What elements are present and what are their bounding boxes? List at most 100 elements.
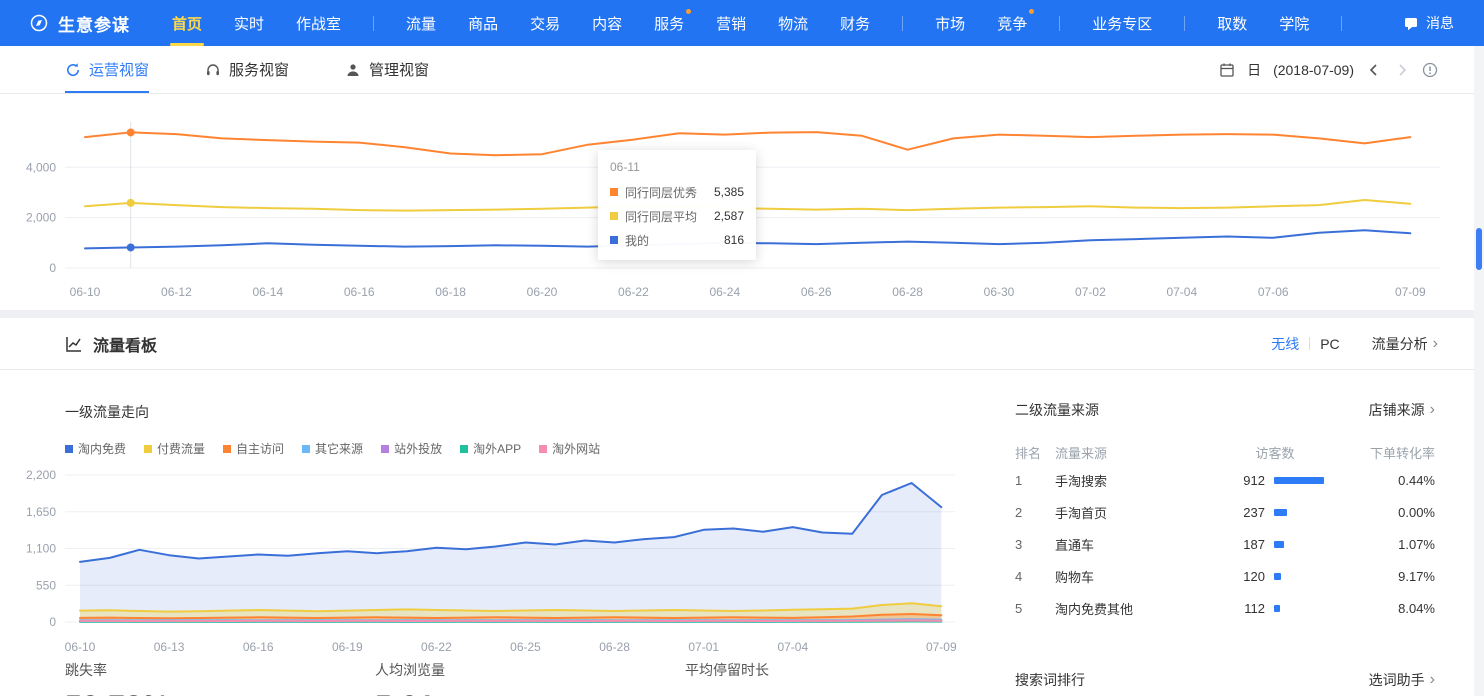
line-chart-icon: [65, 335, 83, 353]
tooltip-row: 同行同层优秀 5,385: [610, 180, 744, 204]
table-row[interactable]: 3 直通车 187 1.07%: [1015, 528, 1435, 560]
legend-label: 淘外APP: [473, 440, 521, 457]
nav-item-service[interactable]: 服务: [654, 0, 684, 46]
nav-item-market[interactable]: 市场: [935, 0, 965, 46]
nav-item-finance[interactable]: 财务: [840, 0, 870, 46]
nav-item-marketing[interactable]: 营销: [716, 0, 746, 46]
nav-item-traffic[interactable]: 流量: [406, 0, 436, 46]
visitors-cell: 120: [1215, 569, 1265, 584]
svg-text:1,650: 1,650: [26, 505, 56, 519]
legend-label: 淘外网站: [552, 440, 600, 457]
toggle-pc[interactable]: PC: [1310, 336, 1349, 352]
nav-item-academy[interactable]: 学院: [1279, 0, 1309, 46]
metric-value: 17.48秒: [685, 690, 995, 696]
svg-text:07-06: 07-06: [1258, 285, 1289, 299]
rank-cell: 4: [1015, 569, 1055, 584]
tooltip-row: 同行同层平均 2,587: [610, 204, 744, 228]
primary-traffic-trend: 一级流量走向 淘内免费 付费流量 自主访问 其它来源 站外投放 淘外APP 淘外…: [0, 370, 960, 657]
refresh-icon: [65, 62, 81, 78]
source-cell: 购物车: [1055, 567, 1215, 586]
traffic-board-card: 流量看板 无线 PC 流量分析 一级流量走向 淘内免费 付费流量 自主访问 其它…: [0, 318, 1484, 696]
tooltip-date: 06-11: [610, 160, 744, 174]
legend-item-offsite-ads[interactable]: 站外投放: [381, 440, 442, 457]
trend-title: 一级流量走向: [65, 402, 960, 422]
tab-management-view[interactable]: 管理视窗: [345, 46, 429, 93]
svg-text:06-22: 06-22: [618, 285, 649, 299]
table-row[interactable]: 4 购物车 120 9.17%: [1015, 560, 1435, 592]
prev-date-button[interactable]: [1366, 62, 1382, 78]
view-subbar: 运营视窗 服务视窗 管理视窗 日 (2018-07-09): [0, 46, 1484, 94]
legend-label: 自主访问: [236, 440, 284, 457]
next-date-button[interactable]: [1394, 62, 1410, 78]
legend-item-external-app[interactable]: 淘外APP: [460, 440, 521, 457]
nav-item-label: 财务: [840, 13, 870, 34]
nav-item-realtime[interactable]: 实时: [234, 0, 264, 46]
table-row[interactable]: 2 手淘首页 237 0.00%: [1015, 496, 1435, 528]
nav-item-label: 首页: [172, 13, 202, 34]
rank-cell: 5: [1015, 601, 1055, 616]
date-value[interactable]: (2018-07-09): [1273, 62, 1354, 78]
brand[interactable]: 生意参谋: [30, 11, 130, 36]
shop-sources-link[interactable]: 店铺来源: [1369, 400, 1435, 420]
svg-text:07-09: 07-09: [1395, 285, 1426, 299]
source-cell: 直通车: [1055, 535, 1215, 554]
tab-service-view[interactable]: 服务视窗: [205, 46, 289, 93]
nav-item-logistics[interactable]: 物流: [778, 0, 808, 46]
svg-text:06-14: 06-14: [252, 285, 283, 299]
sycm-dashboard: 生意参谋 首页 实时 作战室 流量 商品 交易 内容 服务 营销 物流 财务 市…: [0, 0, 1484, 696]
info-icon[interactable]: [1422, 62, 1438, 78]
col-rank: 排名: [1015, 443, 1055, 462]
nav-divider: [373, 16, 374, 31]
nav-item-messages[interactable]: 消息: [1403, 13, 1454, 33]
nav-item-label: 取数: [1217, 13, 1247, 34]
date-granularity[interactable]: 日: [1247, 60, 1261, 80]
nav-item-label: 流量: [406, 13, 436, 34]
svg-text:07-04: 07-04: [1166, 285, 1197, 299]
nav-divider: [1341, 16, 1342, 31]
visitors-cell: 112: [1215, 601, 1265, 616]
svg-text:06-19: 06-19: [332, 640, 363, 654]
nav-item-label: 内容: [592, 13, 622, 34]
metric-label: 平均停留时长: [685, 660, 995, 680]
keyword-helper-link[interactable]: 选词助手: [1369, 670, 1435, 690]
nav-item-trade[interactable]: 交易: [530, 0, 560, 46]
legend-item-paid-traffic[interactable]: 付费流量: [144, 440, 205, 457]
legend-item-taonei-free[interactable]: 淘内免费: [65, 440, 126, 457]
scrollbar-thumb[interactable]: [1476, 228, 1482, 270]
nav-item-label: 作战室: [296, 13, 341, 34]
svg-text:550: 550: [36, 578, 56, 592]
nav-item-content[interactable]: 内容: [592, 0, 622, 46]
nav-item-home[interactable]: 首页: [172, 0, 202, 46]
toggle-wireless[interactable]: 无线: [1261, 334, 1309, 354]
traffic-analysis-link[interactable]: 流量分析: [1372, 334, 1438, 354]
section-gap: [0, 310, 1484, 318]
nav-item-war-room[interactable]: 作战室: [296, 0, 341, 46]
sources-table-header: 排名 流量来源 访客数 下单转化率: [1015, 440, 1435, 464]
table-row[interactable]: 1 手淘搜索 912 0.44%: [1015, 464, 1435, 496]
traffic-flow-area-chart[interactable]: 05501,1001,6502,20006-1006-1306-1606-190…: [0, 465, 960, 657]
tab-operations-view[interactable]: 运营视窗: [65, 46, 149, 93]
nav-item-products[interactable]: 商品: [468, 0, 498, 46]
visitors-cell: 187: [1215, 537, 1265, 552]
legend-item-other-sources[interactable]: 其它来源: [302, 440, 363, 457]
metric-value: 5.01: [375, 690, 685, 696]
legend-item-direct-visit[interactable]: 自主访问: [223, 440, 284, 457]
link-label: 流量分析: [1372, 334, 1428, 354]
nav-item-label: 竞争: [997, 13, 1027, 34]
series-swatch: [302, 445, 310, 453]
col-conversion: 下单转化率: [1335, 443, 1435, 462]
tab-label: 管理视窗: [369, 59, 429, 80]
nav-item-fetch-data[interactable]: 取数: [1217, 0, 1247, 46]
source-cell: 淘内免费其他: [1055, 599, 1215, 618]
scrollbar-track[interactable]: [1474, 46, 1484, 696]
nav-item-label: 实时: [234, 13, 264, 34]
table-row[interactable]: 5 淘内免费其他 112 8.04%: [1015, 592, 1435, 624]
nav-item-label: 业务专区: [1092, 13, 1152, 34]
nav-item-business-zone[interactable]: 业务专区: [1092, 0, 1152, 46]
svg-text:07-02: 07-02: [1075, 285, 1106, 299]
calendar-icon[interactable]: [1219, 62, 1235, 78]
metric-avg-stay-time: 平均停留时长 17.48秒: [685, 660, 995, 696]
col-source: 流量来源: [1055, 443, 1215, 462]
legend-item-external-site[interactable]: 淘外网站: [539, 440, 600, 457]
nav-item-competition[interactable]: 竞争: [997, 0, 1027, 46]
